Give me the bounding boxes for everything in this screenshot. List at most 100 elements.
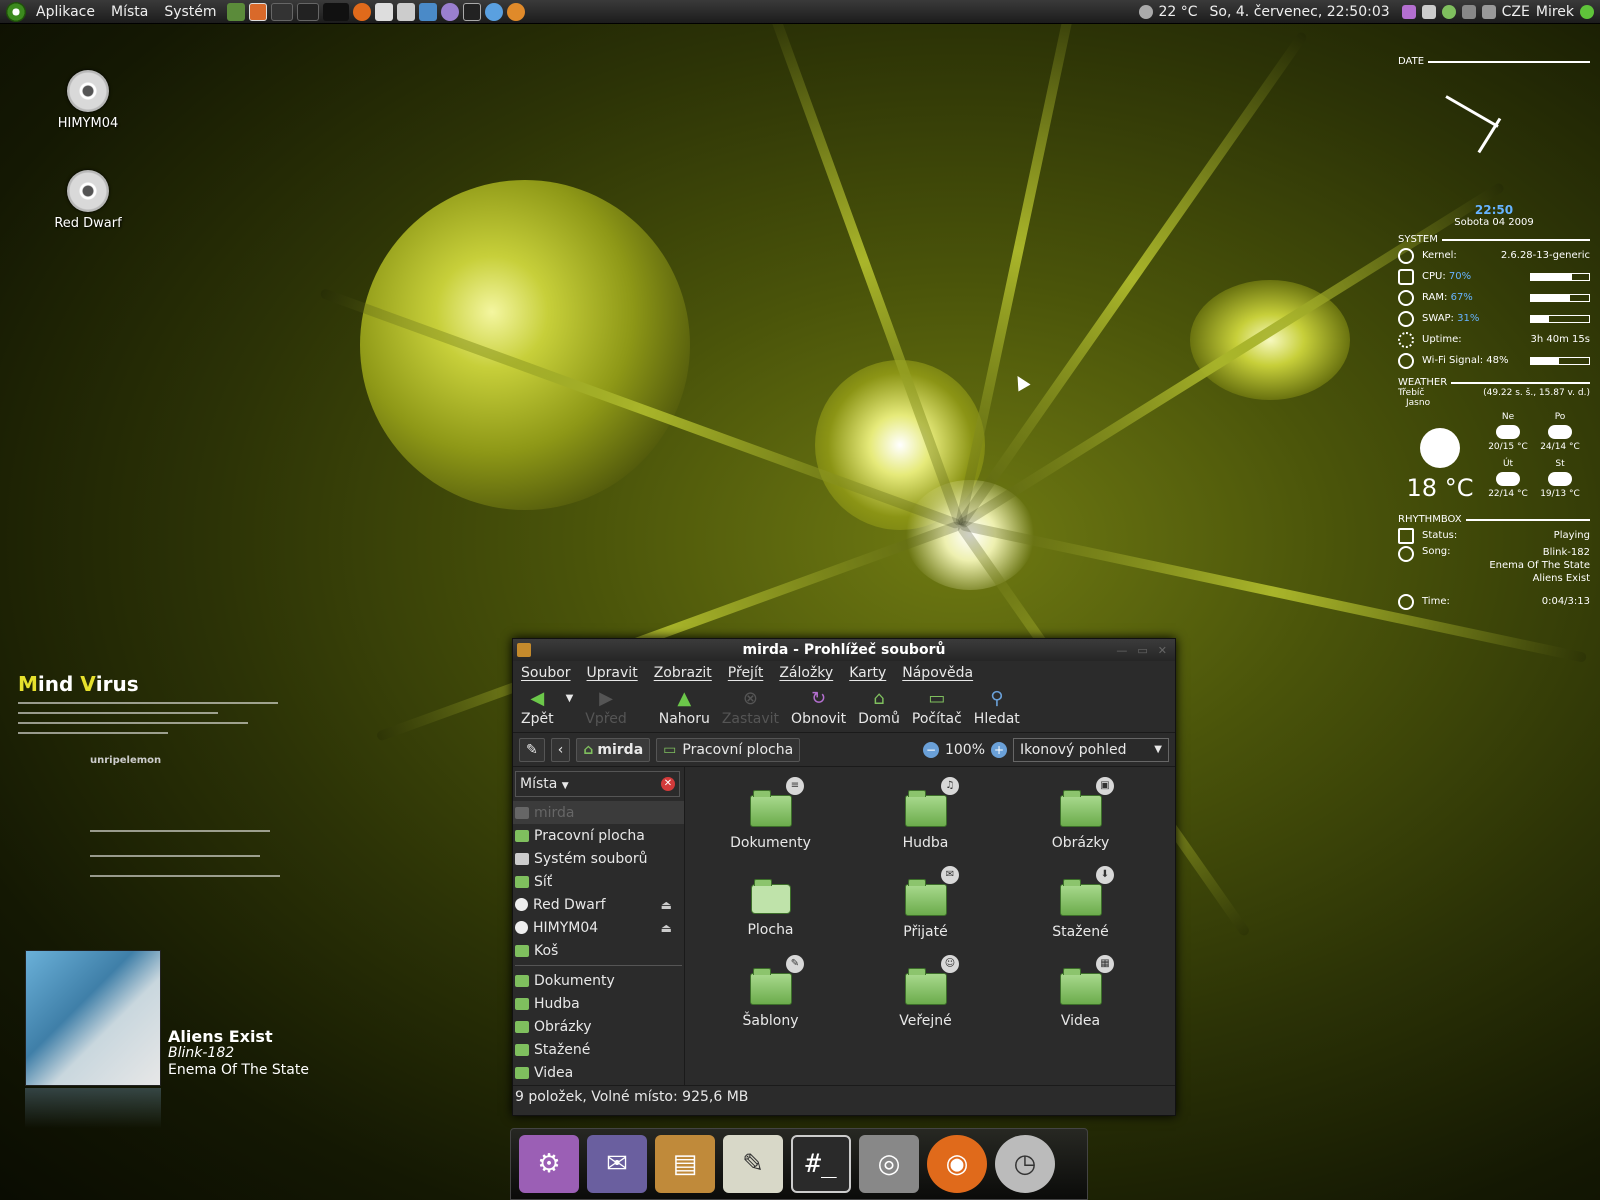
close-icon[interactable]: ✕ [1158, 644, 1167, 657]
ubuntu-icon [1398, 247, 1414, 264]
sidebar-item-network[interactable]: Síť [513, 870, 684, 893]
file-item-prijate[interactable]: ✉ Přijaté [848, 866, 1003, 955]
panel-temperature[interactable]: 22 °C [1159, 4, 1198, 20]
minimize-icon[interactable]: — [1116, 644, 1127, 657]
menu-soubor[interactable]: Soubor [521, 665, 571, 681]
menubar: Soubor Upravit Zobrazit Přejít Záložky K… [513, 661, 1175, 685]
volume-icon[interactable] [1481, 4, 1496, 19]
power-icon[interactable] [1580, 4, 1594, 19]
breadcrumb-home[interactable]: ⌂ mirda [576, 737, 651, 762]
workspace-icon[interactable] [296, 2, 319, 21]
sidebar-bookmark-music[interactable]: Hudba [513, 992, 684, 1015]
settings-icon[interactable]: ⚙ [519, 1135, 579, 1193]
mail-launcher-icon[interactable] [374, 2, 393, 21]
sidebar-bookmark-pictures[interactable]: Obrázky [513, 1015, 684, 1038]
back-button[interactable]: ◀ Zpět [517, 685, 558, 729]
clock-icon[interactable]: ◷ [995, 1135, 1055, 1193]
pidgin-icon[interactable]: ✉ [587, 1135, 647, 1193]
sidebar-close-icon[interactable]: ✕ [661, 777, 675, 791]
menu-upravit[interactable]: Upravit [587, 665, 638, 681]
breadcrumb-desktop[interactable]: ▭ Pracovní plocha [656, 737, 801, 762]
forward-button[interactable]: ▶ Vpřed [581, 685, 630, 729]
reload-button[interactable]: ↻ Obnovit [787, 685, 850, 729]
show-desktop-icon[interactable] [226, 2, 245, 21]
disk-utility-icon[interactable]: ◎ [859, 1135, 919, 1193]
sidebar-type-select[interactable]: Místa ▼ [520, 776, 569, 792]
menu-prejit[interactable]: Přejít [728, 665, 764, 681]
maximize-icon[interactable]: ▭ [1137, 644, 1147, 657]
conky-system-title: SYSTEM [1398, 234, 1590, 245]
speaker-icon [1398, 527, 1414, 544]
firefox-icon[interactable]: ◉ [927, 1135, 987, 1193]
desktop-icon-red-dwarf[interactable]: Red Dwarf [38, 170, 138, 231]
weather-icon[interactable] [1138, 4, 1153, 19]
home-button[interactable]: ⌂ Domů [854, 685, 904, 729]
tray-update-icon[interactable] [1441, 4, 1456, 19]
breadcrumb-left-button[interactable]: ‹ [550, 737, 571, 762]
sidebar-header[interactable]: Místa ▼ ✕ [515, 771, 680, 797]
sidebar-bookmark-downloads[interactable]: Stažené [513, 1038, 684, 1061]
tray-disk-icon[interactable] [1421, 4, 1436, 19]
search-button[interactable]: ⚲ Hledat [970, 685, 1024, 729]
sidebar-bookmark-documents[interactable]: Dokumenty [513, 969, 684, 992]
zoom-out-icon[interactable]: − [922, 741, 939, 758]
toggle-location-entry-button[interactable]: ✎ [519, 737, 545, 762]
up-button[interactable]: ▲ Nahoru [655, 685, 714, 729]
firefox-window-icon[interactable] [248, 2, 267, 21]
sidebar-item-desktop[interactable]: Pracovní plocha [513, 824, 684, 847]
drop-launcher-icon[interactable] [484, 2, 503, 21]
sidebar-bookmark-videos[interactable]: Videa [513, 1061, 684, 1084]
tray-settings-icon[interactable] [1401, 4, 1416, 19]
file-item-stazene[interactable]: ⬇ Stažené [1003, 866, 1158, 955]
now-playing-artist: Blink-182 [168, 1045, 235, 1061]
flame-launcher-icon[interactable] [506, 2, 525, 21]
system-menu[interactable]: Systém [156, 0, 224, 24]
menu-karty[interactable]: Karty [849, 665, 886, 681]
terminal-icon[interactable]: #_ [791, 1135, 851, 1193]
sidebar-item-filesystem[interactable]: Systém souborů [513, 847, 684, 870]
network-launcher-icon[interactable] [418, 2, 437, 21]
zoom-in-icon[interactable]: + [991, 741, 1007, 758]
workspace-icon[interactable] [270, 2, 293, 21]
file-item-dokumenty[interactable]: ≡ Dokumenty [693, 777, 848, 866]
archive-launcher-icon[interactable] [396, 2, 415, 21]
file-item-verejne[interactable]: ☺ Veřejné [848, 955, 1003, 1044]
wifi-signal-icon[interactable] [1461, 4, 1476, 19]
sidebar-item-trash[interactable]: Koš [513, 939, 684, 962]
back-history-dropdown[interactable]: ▼ [562, 685, 578, 706]
view-mode-select[interactable]: Ikonový pohled ▼ [1013, 737, 1169, 762]
file-item-hudba[interactable]: ♫ Hudba [848, 777, 1003, 866]
workspace-icon[interactable] [322, 2, 349, 21]
terminal-launcher-icon[interactable] [462, 2, 481, 21]
sidebar-item-red-dwarf[interactable]: Red Dwarf ⏏ [513, 893, 684, 916]
menu-zobrazit[interactable]: Zobrazit [654, 665, 712, 681]
text-editor-icon[interactable]: ✎ [723, 1135, 783, 1193]
eject-icon[interactable]: ⏏ [661, 921, 672, 935]
chevron-left-icon: ‹ [557, 741, 564, 758]
keyboard-layout[interactable]: CZE [1502, 4, 1530, 20]
file-item-plocha[interactable]: Plocha [693, 866, 848, 955]
file-item-obrazky[interactable]: ▣ Obrázky [1003, 777, 1158, 866]
pidgin-launcher-icon[interactable] [440, 2, 459, 21]
harddisk-icon [515, 852, 529, 865]
computer-button[interactable]: ▭ Počítač [908, 685, 966, 729]
sidebar-item-mirda[interactable]: mirda [513, 801, 684, 824]
eject-icon[interactable]: ⏏ [661, 898, 672, 912]
window-titlebar[interactable]: mirda - Prohlížeč souborů — ▭ ✕ [513, 639, 1175, 661]
file-item-videa[interactable]: ▦ Videa [1003, 955, 1158, 1044]
trash-icon [515, 944, 529, 957]
menu-zalozky[interactable]: Záložky [779, 665, 833, 681]
file-cabinet-icon[interactable]: ▤ [655, 1135, 715, 1193]
menu-napoveda[interactable]: Nápověda [902, 665, 973, 681]
places-menu[interactable]: Místa [103, 0, 156, 24]
panel-clock[interactable]: So, 4. červenec, 22:50:03 [1210, 4, 1390, 20]
applications-menu[interactable]: Aplikace [28, 0, 103, 24]
conky-cpu-row: CPU: 70% [1398, 266, 1590, 287]
sidebar-item-himym04[interactable]: HIMYM04 ⏏ [513, 916, 684, 939]
file-item-sablony[interactable]: ✎ Šablony [693, 955, 848, 1044]
user-name[interactable]: Mirek [1536, 4, 1574, 20]
ubuntu-logo-icon[interactable] [6, 1, 26, 22]
desktop-icon-himym04[interactable]: HIMYM04 [38, 70, 138, 131]
firefox-launcher-icon[interactable] [352, 2, 371, 21]
stop-button[interactable]: ⊗ Zastavit [718, 685, 783, 729]
